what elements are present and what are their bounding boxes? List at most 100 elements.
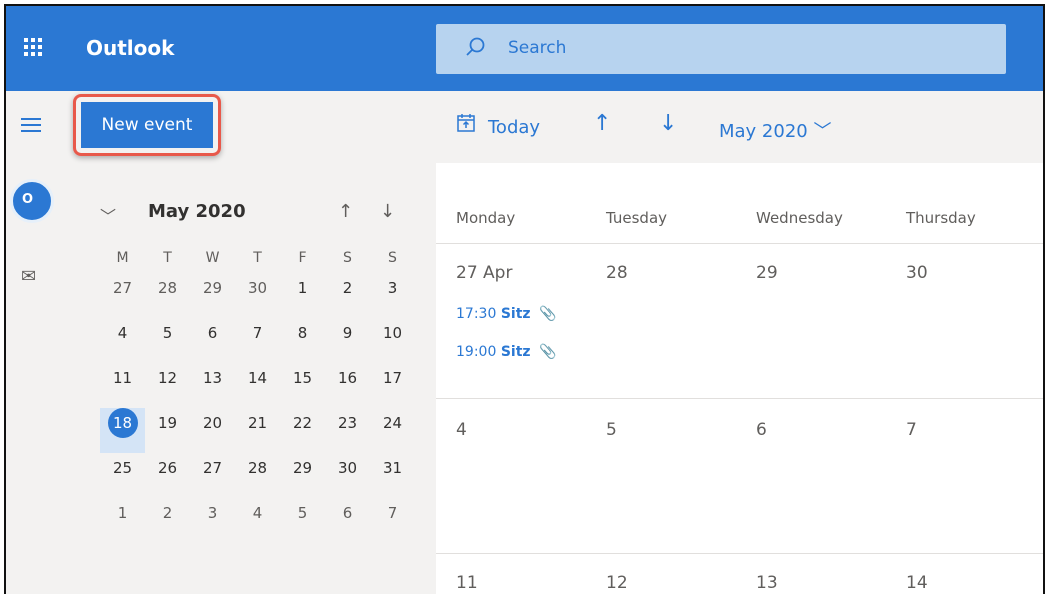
new-event-highlight: New event [73, 94, 221, 156]
mini-day[interactable]: 22 [280, 408, 325, 453]
day-header-wednesday: Wednesday [756, 209, 843, 227]
search-icon [466, 37, 485, 56]
mini-day[interactable]: 29 [280, 453, 325, 498]
week-row: 4 5 6 7 8 9 10 [100, 318, 415, 363]
mini-day[interactable]: 20 [190, 408, 235, 453]
calendar-event[interactable]: 17:30 Sitz 📎 [456, 306, 556, 322]
mini-day[interactable]: 26 [145, 453, 190, 498]
day-header-tuesday: Tuesday [606, 209, 668, 227]
divider [436, 398, 1043, 399]
paperclip-icon: 📎 [539, 306, 557, 322]
mini-day[interactable]: 24 [370, 408, 415, 453]
day-cell-label[interactable]: 28 [606, 263, 628, 283]
search-input[interactable]: Search [508, 38, 566, 58]
calendar-app-icon[interactable]: O [10, 179, 54, 223]
mini-day[interactable]: 6 [325, 498, 370, 543]
weekday-header: M [116, 250, 129, 266]
mini-day[interactable]: 27 [100, 273, 145, 318]
mini-day[interactable]: 28 [235, 453, 280, 498]
next-month-icon[interactable]: ↓ [380, 201, 395, 222]
weekday-header-row: M T W T F S S [100, 243, 415, 273]
day-cell-label[interactable]: 7 [906, 420, 917, 440]
mini-day[interactable]: 6 [190, 318, 235, 363]
day-cell-label[interactable]: 13 [756, 573, 778, 593]
mini-day[interactable]: 3 [370, 273, 415, 318]
mini-day[interactable]: 2 [325, 273, 370, 318]
mini-day[interactable]: 8 [280, 318, 325, 363]
mini-day[interactable]: 19 [145, 408, 190, 453]
mini-day[interactable]: 3 [190, 498, 235, 543]
mini-day[interactable]: 7 [370, 498, 415, 543]
mini-day[interactable]: 5 [145, 318, 190, 363]
previous-period-icon[interactable]: ↑ [593, 111, 611, 136]
weekday-header: T [253, 250, 262, 266]
mini-day[interactable]: 15 [280, 363, 325, 408]
month-selector[interactable]: May 2020 ﹀ [719, 117, 831, 143]
day-cell-label[interactable]: 14 [906, 573, 928, 593]
week-row: 1 2 3 4 5 6 7 [100, 498, 415, 543]
paperclip-icon: 📎 [539, 344, 557, 360]
mini-calendar-header: ﹀ May 2020 ↑ ↓ [100, 201, 400, 227]
mini-calendar-grid: M T W T F S S 27 28 29 30 1 2 3 4 5 6 7 … [100, 243, 415, 543]
mini-day[interactable]: 23 [325, 408, 370, 453]
mini-day[interactable]: 28 [145, 273, 190, 318]
search-box[interactable]: Search [436, 24, 1006, 74]
mini-day[interactable]: 12 [145, 363, 190, 408]
top-bar: Outlook Search [6, 6, 1043, 91]
day-cell-label[interactable]: 4 [456, 420, 467, 440]
weekday-header: S [388, 250, 397, 266]
mini-day[interactable]: 30 [235, 273, 280, 318]
today-button[interactable]: Today [488, 117, 540, 138]
mini-day[interactable]: 21 [235, 408, 280, 453]
day-cell-label[interactable]: 27 Apr [456, 263, 512, 283]
mini-day[interactable]: 5 [280, 498, 325, 543]
weekday-header: S [343, 250, 352, 266]
day-cell-label[interactable]: 29 [756, 263, 778, 283]
mini-day[interactable]: 1 [280, 273, 325, 318]
mini-day[interactable]: 4 [235, 498, 280, 543]
mini-day[interactable]: 10 [370, 318, 415, 363]
mini-day[interactable]: 17 [370, 363, 415, 408]
mini-day[interactable]: 31 [370, 453, 415, 498]
hamburger-menu-icon[interactable] [21, 118, 41, 136]
mini-day[interactable]: 25 [100, 453, 145, 498]
mini-day[interactable]: 2 [145, 498, 190, 543]
mini-day[interactable]: 30 [325, 453, 370, 498]
app-title[interactable]: Outlook [86, 36, 174, 60]
mini-day[interactable]: 1 [100, 498, 145, 543]
mail-icon[interactable]: ✉ [21, 266, 36, 287]
day-cell-label[interactable]: 12 [606, 573, 628, 593]
app-rail: O ✉ [6, 91, 71, 594]
mini-day[interactable]: 7 [235, 318, 280, 363]
app-launcher-icon[interactable] [24, 38, 42, 56]
mini-day[interactable]: 13 [190, 363, 235, 408]
event-title: Sitz [500, 344, 531, 360]
calendar-toolbar: Today ↑ ↓ May 2020 ﹀ [436, 91, 1043, 163]
day-cell-label[interactable]: 30 [906, 263, 928, 283]
mini-day[interactable]: 29 [190, 273, 235, 318]
today-calendar-icon[interactable] [456, 113, 476, 133]
divider [436, 243, 1043, 244]
weekday-header: F [298, 250, 307, 266]
collapse-chevron-icon[interactable]: ﹀ [100, 203, 116, 227]
month-label: May 2020 [719, 121, 808, 142]
previous-month-icon[interactable]: ↑ [338, 201, 353, 222]
weekday-header: T [163, 250, 172, 266]
mini-day[interactable]: 16 [325, 363, 370, 408]
mini-calendar-title[interactable]: May 2020 [148, 201, 246, 222]
mini-day[interactable]: 27 [190, 453, 235, 498]
day-cell-label[interactable]: 11 [456, 573, 478, 593]
new-event-button[interactable]: New event [81, 102, 213, 148]
week-row: 11 12 13 14 15 16 17 [100, 363, 415, 408]
mini-day-selected[interactable]: 18 [100, 408, 145, 453]
day-header-monday: Monday [456, 209, 516, 227]
day-cell-label[interactable]: 5 [606, 420, 617, 440]
day-cell-label[interactable]: 6 [756, 420, 767, 440]
event-title: Sitz [500, 306, 531, 322]
mini-day[interactable]: 11 [100, 363, 145, 408]
mini-day[interactable]: 9 [325, 318, 370, 363]
mini-day[interactable]: 4 [100, 318, 145, 363]
next-period-icon[interactable]: ↓ [659, 111, 677, 136]
mini-day[interactable]: 14 [235, 363, 280, 408]
calendar-event[interactable]: 19:00 Sitz 📎 [456, 344, 556, 360]
